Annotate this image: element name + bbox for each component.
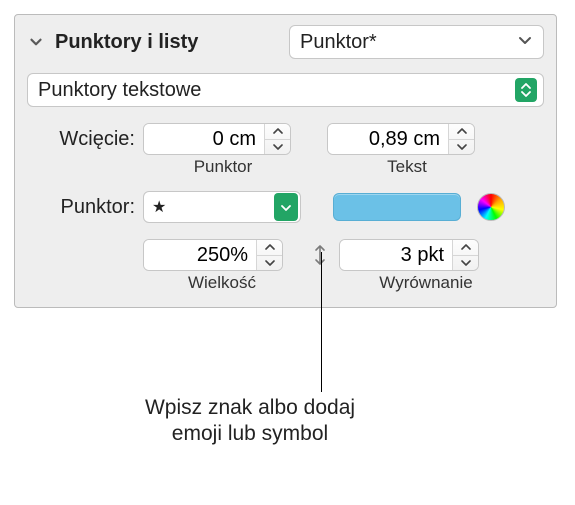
stepper-buttons <box>264 124 290 154</box>
section-title: Punktory i listy <box>55 31 198 54</box>
callout-line2: emoji lub symbol <box>105 421 395 447</box>
up-down-chevron-icon <box>515 78 537 102</box>
stepper-up-button[interactable] <box>257 240 282 255</box>
list-style-dropdown[interactable]: Punktor* <box>289 25 544 59</box>
bullet-row: Punktor: ★ <box>27 191 544 223</box>
indent-row: Wcięcie: <box>27 123 544 155</box>
align-input[interactable] <box>340 240 452 270</box>
bullets-lists-panel: Punktory i listy Punktor* Punktory tekst… <box>14 14 557 308</box>
bullet-label: Punktor: <box>27 196 135 219</box>
size-stepper[interactable] <box>143 239 283 271</box>
align-sublabel: Wyrównanie <box>347 273 505 293</box>
bullet-type-dropdown[interactable]: Punktory tekstowe <box>27 73 544 107</box>
stepper-up-button[interactable] <box>265 124 290 139</box>
section-header: Punktory i listy Punktor* <box>27 25 544 59</box>
bullet-symbol-menu-button[interactable] <box>274 193 298 221</box>
stepper-down-button[interactable] <box>453 255 478 271</box>
stepper-up-button[interactable] <box>453 240 478 255</box>
callout-text: Wpisz znak albo dodaj emoji lub symbol <box>105 395 395 448</box>
stepper-up-button[interactable] <box>449 124 474 139</box>
bullet-indent-input[interactable] <box>144 124 264 154</box>
text-indent-input[interactable] <box>328 124 448 154</box>
bullet-indent-sublabel: Punktor <box>143 157 303 177</box>
size-input[interactable] <box>144 240 256 270</box>
stepper-down-button[interactable] <box>449 139 474 155</box>
stepper-buttons <box>448 124 474 154</box>
indent-label: Wcięcie: <box>27 128 135 151</box>
size-sublabels: Wielkość Wyrównanie <box>27 273 544 293</box>
text-indent-stepper[interactable] <box>327 123 475 155</box>
bullet-symbol-field[interactable]: ★ <box>143 191 301 223</box>
disclosure-chevron-icon[interactable] <box>27 33 45 51</box>
bullet-type-value: Punktory tekstowe <box>38 79 201 102</box>
size-sublabel: Wielkość <box>143 273 301 293</box>
align-stepper[interactable] <box>339 239 479 271</box>
list-style-value: Punktor* <box>300 31 377 54</box>
bullet-indent-stepper[interactable] <box>143 123 291 155</box>
vertical-align-icon <box>309 244 331 266</box>
bullet-color-swatch[interactable] <box>333 193 461 221</box>
callout-leader-line <box>321 252 322 392</box>
bullet-symbol: ★ <box>152 197 166 217</box>
indent-sublabels: Punktor Tekst <box>27 157 544 177</box>
stepper-buttons <box>452 240 478 270</box>
stepper-buttons <box>256 240 282 270</box>
text-indent-sublabel: Tekst <box>327 157 487 177</box>
stepper-down-button[interactable] <box>265 139 290 155</box>
chevron-down-icon <box>517 31 533 54</box>
color-wheel-icon[interactable] <box>477 193 505 221</box>
callout-line1: Wpisz znak albo dodaj <box>105 395 395 421</box>
size-row <box>27 239 544 271</box>
stepper-down-button[interactable] <box>257 255 282 271</box>
